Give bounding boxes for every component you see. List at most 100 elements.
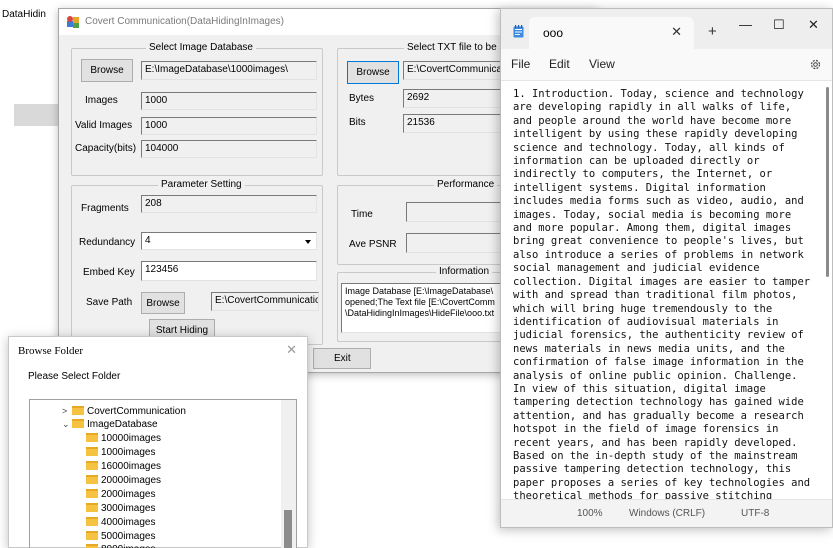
notepad-window: ooo ✕ + — ☐ ✕ File Edit View 1. Introduc… bbox=[500, 8, 833, 528]
minimize-icon[interactable]: — bbox=[739, 17, 752, 32]
bits-field: 21536 bbox=[403, 114, 515, 133]
tree-item[interactable]: 20000images bbox=[86, 475, 161, 489]
txt-path-field[interactable]: E:\CovertCommunicati bbox=[403, 61, 515, 80]
bits-label: Bits bbox=[349, 117, 366, 128]
tree-item[interactable]: 5000images bbox=[86, 531, 155, 545]
tree-item-label: 4000images bbox=[101, 517, 156, 528]
status-encoding: UTF-8 bbox=[741, 508, 770, 519]
folder-icon bbox=[86, 461, 98, 470]
ave-psnr-label: Ave PSNR bbox=[349, 239, 397, 250]
capacity-label: Capacity(bits) bbox=[75, 143, 137, 154]
notepad-scrollbar[interactable] bbox=[826, 87, 829, 277]
information-log[interactable]: Image Database [E:\ImageDatabase\ opened… bbox=[341, 283, 517, 333]
parameter-setting-group-title: Parameter Setting bbox=[158, 179, 245, 190]
embed-key-label: Embed Key bbox=[83, 267, 135, 278]
tree-item[interactable]: 1000images bbox=[86, 447, 155, 461]
tree-item[interactable]: 8000images bbox=[86, 544, 155, 548]
background-window-title: DataHidin bbox=[2, 9, 46, 20]
bytes-field: 2692 bbox=[403, 89, 515, 108]
chevron-right-icon[interactable]: > bbox=[62, 406, 72, 416]
capacity-field: 104000 bbox=[141, 140, 317, 158]
tree-item[interactable]: 2000images bbox=[86, 489, 155, 503]
folder-tree-scroll-thumb[interactable] bbox=[284, 510, 292, 548]
notepad-editor[interactable]: 1. Introduction. Today, science and tech… bbox=[501, 80, 832, 499]
notepad-tabbar[interactable]: ooo ✕ + — ☐ ✕ bbox=[501, 9, 832, 49]
performance-group: Performance bbox=[337, 179, 517, 265]
close-icon[interactable]: ✕ bbox=[286, 342, 297, 358]
save-path-browse-button[interactable]: Browse bbox=[141, 292, 185, 314]
folder-icon bbox=[72, 419, 84, 428]
fragments-field: 208 bbox=[141, 195, 317, 213]
tree-item-label: 3000images bbox=[101, 503, 156, 514]
tree-item-label: 8000images bbox=[101, 544, 155, 548]
gear-icon[interactable] bbox=[809, 58, 822, 71]
folder-tree: > CovertCommunication ⌄ ImageDatabase 1000… bbox=[29, 399, 297, 548]
menu-file[interactable]: File bbox=[511, 57, 530, 71]
tree-item-imagedatabase[interactable]: ⌄ ImageDatabase bbox=[62, 419, 158, 433]
redundancy-label: Redundancy bbox=[79, 237, 136, 248]
status-zoom: 100% bbox=[577, 508, 603, 519]
information-line: opened;The Text file [E:\CovertComm bbox=[345, 297, 495, 307]
exit-button[interactable]: Exit bbox=[313, 348, 371, 369]
folder-icon bbox=[86, 544, 98, 548]
chevron-down-icon[interactable] bbox=[302, 236, 314, 247]
browse-folder-dialog: Browse Folder ✕ Please Select Folder > Co… bbox=[8, 336, 308, 548]
folder-icon bbox=[86, 489, 98, 498]
tree-item-label: 20000images bbox=[101, 475, 162, 486]
redundancy-select[interactable]: 4 bbox=[141, 232, 317, 250]
folder-tree-scrollbar[interactable] bbox=[281, 400, 296, 548]
folder-icon bbox=[72, 406, 84, 415]
folder-icon bbox=[86, 503, 98, 512]
performance-group-title: Performance bbox=[434, 179, 498, 190]
tree-item[interactable]: 10000images bbox=[86, 433, 161, 447]
folder-icon bbox=[86, 433, 98, 442]
notepad-tab[interactable]: ooo ✕ bbox=[529, 17, 694, 49]
browse-dialog-title: Browse Folder bbox=[18, 345, 84, 357]
plus-icon[interactable]: + bbox=[708, 23, 717, 40]
tree-item[interactable]: 16000images bbox=[86, 461, 161, 475]
save-path-label: Save Path bbox=[86, 297, 133, 308]
txt-browse-button[interactable]: Browse bbox=[347, 61, 399, 84]
valid-images-label: Valid Images bbox=[75, 120, 133, 131]
embed-key-input[interactable]: 123456 bbox=[141, 261, 317, 281]
browse-prompt: Please Select Folder bbox=[28, 371, 121, 382]
tree-item[interactable]: 3000images bbox=[86, 503, 155, 517]
status-line-ending: Windows (CRLF) bbox=[629, 508, 706, 519]
folder-icon bbox=[86, 475, 98, 484]
information-line: Image Database [E:\ImageDatabase\ bbox=[345, 286, 494, 296]
tree-item-label: 10000images bbox=[101, 433, 162, 444]
image-db-browse-button[interactable]: Browse bbox=[81, 59, 133, 82]
images-field: 1000 bbox=[141, 92, 317, 110]
menu-edit[interactable]: Edit bbox=[549, 57, 570, 71]
image-db-path-field[interactable]: E:\ImageDatabase\1000images\ bbox=[141, 61, 317, 80]
information-group-title: Information bbox=[436, 266, 493, 277]
txt-file-group-title: Select TXT file to be se bbox=[404, 42, 514, 53]
tree-item-label: 1000images bbox=[101, 447, 156, 458]
tree-item-label: CovertCommunication bbox=[87, 406, 186, 417]
image-database-group-title: Select Image Database bbox=[146, 42, 256, 53]
window-close-icon[interactable]: ✕ bbox=[808, 17, 819, 33]
chevron-down-icon[interactable]: ⌄ bbox=[62, 419, 72, 430]
notepad-statusbar: 100% Windows (CRLF) UTF-8 bbox=[501, 499, 832, 527]
tree-item[interactable]: 4000images bbox=[86, 517, 155, 531]
close-icon[interactable]: ✕ bbox=[671, 24, 682, 40]
main-window-title: Covert Communication(DataHidingInImages) bbox=[85, 16, 284, 27]
save-path-field[interactable]: E:\CovertCommunicatior bbox=[211, 292, 319, 311]
notepad-text: 1. Introduction. Today, science and tech… bbox=[513, 88, 811, 499]
images-label: Images bbox=[85, 95, 118, 106]
valid-images-field: 1000 bbox=[141, 117, 317, 135]
tree-item-label: ImageDatabase bbox=[87, 419, 158, 430]
tree-item-label: 16000images bbox=[101, 461, 162, 472]
tree-item-label: 5000images bbox=[101, 531, 156, 542]
tree-item-covertcommunication[interactable]: > CovertCommunication bbox=[62, 406, 186, 420]
maximize-icon[interactable]: ☐ bbox=[773, 17, 785, 33]
tree-item-label: 2000images bbox=[101, 489, 156, 500]
menu-view[interactable]: View bbox=[589, 57, 615, 71]
folder-icon bbox=[86, 531, 98, 540]
redundancy-select-value: 4 bbox=[145, 235, 151, 246]
notepad-menubar: File Edit View bbox=[501, 49, 832, 79]
notepad-app-icon bbox=[513, 25, 524, 38]
notepad-tab-title: ooo bbox=[543, 26, 564, 40]
bytes-label: Bytes bbox=[349, 93, 375, 104]
folder-icon bbox=[86, 517, 98, 526]
